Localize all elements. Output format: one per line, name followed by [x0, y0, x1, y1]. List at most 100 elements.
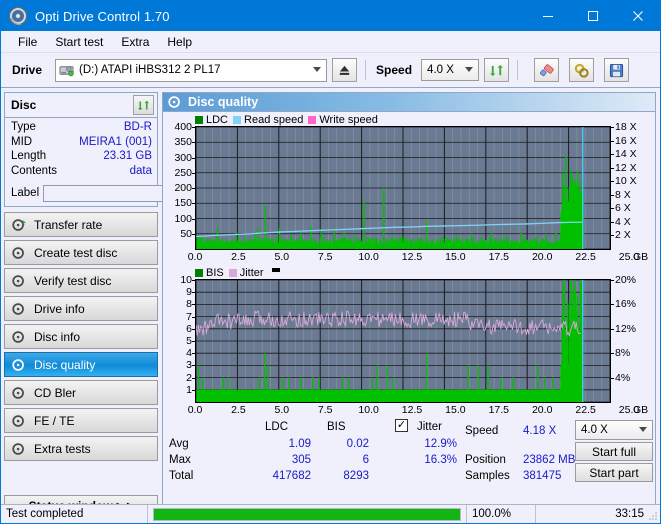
plot-canvas — [196, 280, 610, 402]
disc-quality-icon — [168, 96, 180, 108]
resize-grip[interactable] — [648, 511, 658, 521]
chevron-down-icon — [313, 67, 322, 72]
maximize-button[interactable] — [570, 1, 615, 31]
sidebar-item-extra-tests[interactable]: Extra tests — [4, 436, 158, 461]
sidebar-item-verify-test-disc[interactable]: Verify test disc — [4, 268, 158, 293]
disc-panel-header: Disc — [5, 93, 157, 118]
sidebar-item-drive-info[interactable]: Drive info — [4, 296, 158, 321]
disc-row-contents: Contents data — [11, 164, 152, 179]
chart-ldc-readspeed: LDC Read speed Write speed 400 350 300 250 2… — [165, 113, 653, 264]
stats-samples-value: 381475 — [523, 470, 562, 482]
x-axis-unit: GB — [633, 404, 649, 416]
chart2-plot — [195, 279, 611, 403]
y2-tick: 20% — [615, 274, 637, 286]
progress-bar — [153, 507, 461, 521]
start-part-button[interactable]: Start part — [575, 463, 653, 482]
sidebar-item-disc-info[interactable]: Disc info — [4, 324, 158, 349]
sidebar-item-disc-quality[interactable]: Disc quality — [4, 352, 158, 377]
drive-value: (D:) ATAPI iHBS312 2 PL17 — [79, 64, 221, 76]
content-panel: Disc quality LDC Read speed Write speed … — [162, 92, 656, 521]
refresh-icon — [137, 100, 150, 110]
menu-bar: File Start test Extra Help — [1, 31, 660, 53]
stats-bis-total: 8293 — [343, 470, 369, 482]
y2-tick: 12 X — [615, 161, 637, 174]
legend-swatch-jitter — [228, 268, 237, 277]
close-button[interactable] — [615, 1, 660, 31]
stats-ldc-total: 417682 — [272, 470, 311, 482]
start-full-button[interactable]: Start full — [575, 442, 653, 461]
settings-button[interactable] — [569, 58, 595, 82]
chart1-x-axis: 0.0 2.5 5.0 7.5 10.0 12.5 15.0 17.5 20.0 22.5 25.0… — [188, 250, 648, 264]
save-button[interactable] — [604, 58, 630, 82]
legend-jitter: Jitter — [228, 266, 264, 279]
charts-area: LDC Read speed Write speed 400 350 300 250 2… — [163, 112, 655, 417]
x-tick: 7.5 — [317, 404, 333, 416]
gridlines — [196, 280, 610, 402]
title-bar: Opti Drive Control 1.70 — [1, 1, 660, 31]
chart-bis-jitter: BIS Jitter 10 9 8 7 6 5 4 3 2 1 20% 16% 12% 8% 4% 0. — [165, 266, 653, 417]
speed-select[interactable]: 4.0 X — [421, 59, 480, 81]
y2-tick: 6 X — [615, 202, 631, 215]
jitter-checkbox[interactable]: ✓ — [395, 419, 408, 432]
x-tick: 12.5 — [401, 251, 423, 263]
sidebar-item-transfer-rate[interactable]: Transfer rate — [4, 212, 158, 237]
content-header: Disc quality — [163, 93, 655, 112]
sidebar-item-fe-te[interactable]: FE / TE — [4, 408, 158, 433]
y-tick: 150 — [174, 197, 192, 210]
y-tick: 200 — [174, 182, 192, 194]
x-tick: 5.0 — [274, 251, 290, 263]
menu-item-help[interactable]: Help — [158, 33, 201, 51]
legend-read-speed: Read speed — [233, 114, 303, 126]
y2-tick-line — [611, 194, 614, 196]
menu-item-extra[interactable]: Extra — [112, 33, 158, 51]
stats-bis-max: 6 — [362, 454, 369, 466]
progress-cell — [148, 505, 466, 524]
minimize-button[interactable] — [525, 1, 570, 31]
refresh-button[interactable] — [484, 58, 510, 82]
legend-swatch-write-speed — [308, 115, 317, 124]
sidebar-item-cd-bler[interactable]: CD Bler — [4, 380, 158, 405]
disc-label-caption: Label — [11, 187, 40, 199]
y2-tick-line — [611, 221, 614, 223]
legend-label-jitter: Jitter — [239, 266, 264, 279]
y2-tick-line — [611, 280, 614, 281]
x-tick: 2.5 — [231, 251, 246, 263]
legend-label-read-speed: Read speed — [244, 113, 304, 126]
clear-button[interactable] — [534, 58, 560, 82]
stats-jitter-avg: 12.9% — [424, 438, 457, 450]
menu-item-start-test[interactable]: Start test — [46, 33, 112, 51]
stats-row-label-max: Max — [169, 454, 191, 466]
chart2-y-axis-right: 20% 16% 12% 8% 4% — [611, 274, 653, 403]
eject-button[interactable] — [332, 58, 358, 82]
checkbox-box: ✓ — [395, 419, 408, 432]
disc-row-type: Type BD-R — [11, 120, 152, 135]
test-speed-value: 4.0 X — [581, 424, 608, 436]
drive-select[interactable]: (D:) ATAPI iHBS312 2 PL17 — [55, 58, 328, 82]
sidebar-item-create-test-disc[interactable]: Create test disc — [4, 240, 158, 265]
x-tick: 10.0 — [358, 404, 379, 416]
legend-swatch-read-speed — [233, 115, 242, 124]
legend-swatch-ldc — [195, 115, 203, 124]
disc-icon — [12, 442, 24, 455]
y-tick: 400 — [174, 121, 192, 133]
x-tick: 7.5 — [317, 251, 333, 263]
speed-value: 4.0 X — [427, 64, 454, 76]
x-tick: 17.5 — [488, 251, 510, 263]
x-tick: 0.0 — [187, 251, 203, 263]
chart2-y-axis-left: 10 9 8 7 6 5 4 3 2 1 — [165, 274, 195, 403]
disc-row-mid: MID MEIRA1 (001) — [11, 135, 152, 150]
refresh-icon — [490, 64, 503, 76]
disc-refresh-button[interactable] — [133, 95, 154, 115]
stats-row-label-avg: Avg — [169, 438, 189, 450]
menu-item-file[interactable]: File — [9, 33, 46, 51]
disc-key-contents: Contents — [11, 164, 58, 177]
test-speed-select[interactable]: 4.0 X — [575, 420, 653, 440]
eject-icon — [339, 65, 350, 75]
toolbar-divider-2 — [517, 60, 519, 80]
legend-bis: BIS — [195, 267, 224, 279]
y2-tick: 8 X — [615, 188, 631, 201]
stats-panel: LDC BIS ✓ Jitter Avg Max Total 1.09 305 … — [165, 419, 653, 482]
y2-tick: 4 X — [615, 215, 631, 228]
disc-row-length: Length 23.31 GB — [11, 149, 152, 164]
drive-toolbar: Drive (D:) ATAPI iHBS312 2 PL17 Speed 4.… — [1, 53, 660, 88]
